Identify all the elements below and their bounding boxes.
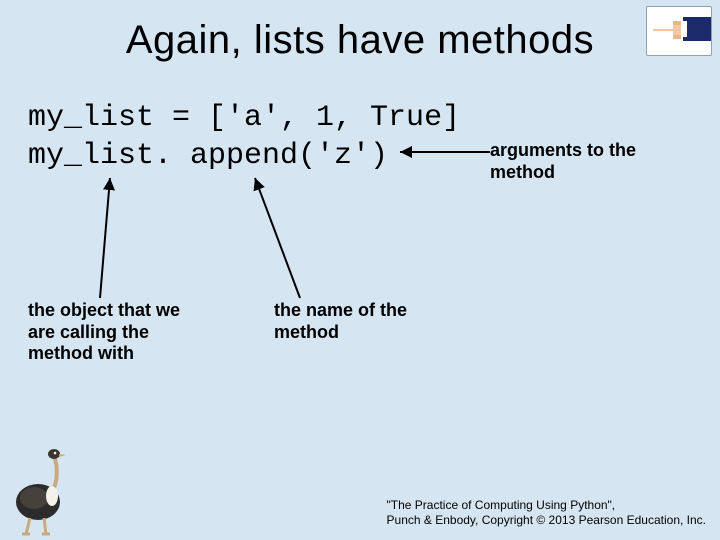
pointing-hand-icon	[646, 6, 712, 56]
code-block: my_list = ['a', 1, True] my_list. append…	[28, 100, 460, 175]
arrow-method-name	[255, 178, 300, 298]
label-object: the object that we are calling the metho…	[28, 300, 198, 365]
footer-line-1: "The Practice of Computing Using Python"…	[387, 498, 706, 513]
ostrich-icon	[4, 446, 76, 536]
footer: "The Practice of Computing Using Python"…	[387, 498, 706, 528]
code-line-1: my_list = ['a', 1, True]	[28, 101, 460, 135]
code-line-2: my_list. append('z')	[28, 139, 388, 173]
label-arguments: arguments to the method	[490, 140, 650, 183]
footer-line-2: Punch & Enbody, Copyright © 2013 Pearson…	[387, 513, 706, 528]
arrow-object	[100, 178, 110, 298]
slide: Again, lists have methods my_list = ['a'…	[0, 0, 720, 540]
annotation-arrows	[0, 0, 720, 540]
slide-title: Again, lists have methods	[0, 18, 720, 63]
label-method-name: the name of the method	[274, 300, 414, 343]
